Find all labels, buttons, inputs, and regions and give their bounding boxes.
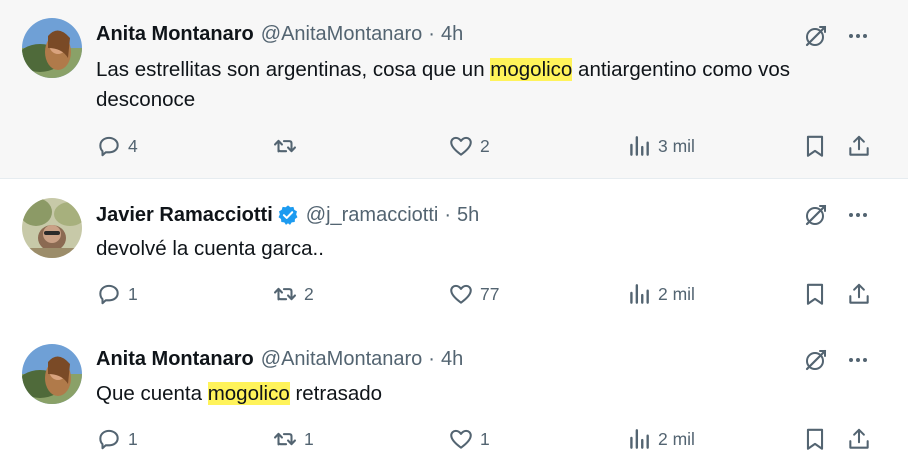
like-button[interactable]: 77 — [448, 281, 499, 307]
bookmark-icon — [806, 283, 824, 305]
like-button[interactable]: 2 — [448, 133, 490, 159]
tweet-text-part: Las estrellitas son argentinas, cosa que… — [96, 58, 491, 81]
more-icon[interactable] — [846, 348, 870, 372]
separator-dot: · — [428, 23, 435, 45]
reply-count: 1 — [128, 428, 138, 449]
like-count: 1 — [480, 428, 490, 449]
grok-icon[interactable] — [804, 348, 828, 372]
share-icon — [849, 428, 869, 449]
views-count: 2 mil — [658, 283, 695, 304]
retweet-icon — [274, 432, 296, 446]
views-icon — [630, 429, 649, 449]
bookmark-button[interactable] — [802, 426, 828, 452]
tweet-actions: 1 1 1 2 mil — [96, 426, 876, 454]
retweet-button[interactable]: 1 — [272, 426, 314, 452]
tweet-header: Javier Ramacciotti @j_ramacciotti · 5h — [96, 203, 479, 227]
separator-dot: · — [444, 204, 451, 226]
tweet-top-actions — [804, 24, 870, 48]
bookmark-icon — [806, 428, 824, 450]
bookmark-icon — [806, 135, 824, 157]
like-icon — [450, 136, 472, 156]
timestamp[interactable]: 4h — [441, 22, 463, 46]
bookmark-button[interactable] — [802, 281, 828, 307]
tweet-text: devolvé la cuenta garca.. — [96, 234, 876, 264]
reply-count: 4 — [128, 135, 138, 156]
tweet-text-part: devolvé la cuenta garca.. — [96, 237, 324, 260]
tweet[interactable]: Anita Montanaro @AnitaMontanaro · 4h Que… — [0, 329, 908, 476]
views-button[interactable]: 2 mil — [626, 426, 695, 452]
retweet-button[interactable]: 2 — [272, 281, 314, 307]
timestamp[interactable]: 4h — [441, 347, 463, 371]
like-icon — [450, 429, 472, 449]
tweet-text-part: Que cuenta — [96, 382, 208, 405]
tweet-text: Que cuenta mogolico retrasado — [96, 379, 876, 409]
retweet-button[interactable] — [272, 133, 304, 159]
views-button[interactable]: 3 mil — [626, 133, 695, 159]
separator-dot: · — [428, 348, 435, 370]
like-icon — [450, 284, 472, 304]
avatar[interactable] — [22, 198, 82, 258]
tweet[interactable]: Anita Montanaro @AnitaMontanaro · 4h Las… — [0, 0, 908, 179]
author-handle[interactable]: @AnitaMontanaro — [261, 347, 423, 371]
tweet-text-part: retrasado — [289, 382, 383, 405]
tweet-header: Anita Montanaro @AnitaMontanaro · 4h — [96, 347, 463, 371]
share-button[interactable] — [846, 426, 872, 452]
retweet-icon — [274, 287, 296, 301]
tweet[interactable]: Javier Ramacciotti @j_ramacciotti · 5h d… — [0, 179, 908, 329]
tweet-actions: 1 2 77 2 mil — [96, 281, 876, 309]
share-icon — [849, 283, 869, 304]
bookmark-button[interactable] — [802, 133, 828, 159]
grok-icon[interactable] — [804, 24, 828, 48]
verified-badge-icon — [277, 204, 299, 226]
reply-button[interactable]: 1 — [96, 426, 138, 452]
tweet-actions: 4 2 3 mil — [96, 133, 876, 161]
author-name[interactable]: Javier Ramacciotti — [96, 203, 273, 227]
retweet-count: 1 — [304, 428, 314, 449]
views-button[interactable]: 2 mil — [626, 281, 695, 307]
reply-icon — [99, 429, 119, 450]
retweet-count: 2 — [304, 283, 314, 304]
views-count: 2 mil — [658, 428, 695, 449]
author-name[interactable]: Anita Montanaro — [96, 347, 254, 371]
highlighted-word: mogolico — [207, 382, 290, 405]
author-handle[interactable]: @AnitaMontanaro — [261, 22, 423, 46]
views-count: 3 mil — [658, 135, 695, 156]
like-count: 77 — [480, 283, 500, 304]
views-icon — [630, 136, 649, 156]
reply-count: 1 — [128, 283, 138, 304]
like-button[interactable]: 1 — [448, 426, 490, 452]
more-icon[interactable] — [846, 203, 870, 227]
share-icon — [849, 135, 869, 156]
tweet-top-actions — [804, 203, 870, 227]
reply-icon — [99, 284, 119, 305]
tweet-top-actions — [804, 348, 870, 372]
like-count: 2 — [480, 135, 490, 156]
author-name[interactable]: Anita Montanaro — [96, 22, 254, 46]
reply-button[interactable]: 4 — [96, 133, 138, 159]
timestamp[interactable]: 5h — [457, 203, 479, 227]
share-button[interactable] — [846, 281, 872, 307]
avatar[interactable] — [22, 344, 82, 404]
tweet-header: Anita Montanaro @AnitaMontanaro · 4h — [96, 22, 463, 46]
tweet-text: Las estrellitas son argentinas, cosa que… — [96, 55, 876, 115]
avatar[interactable] — [22, 18, 82, 78]
highlighted-word: mogolico — [490, 58, 573, 81]
views-icon — [630, 284, 649, 304]
retweet-icon — [274, 139, 296, 153]
author-handle[interactable]: @j_ramacciotti — [306, 203, 439, 227]
reply-button[interactable]: 1 — [96, 281, 138, 307]
share-button[interactable] — [846, 133, 872, 159]
grok-icon[interactable] — [804, 203, 828, 227]
reply-icon — [99, 136, 119, 157]
more-icon[interactable] — [846, 24, 870, 48]
